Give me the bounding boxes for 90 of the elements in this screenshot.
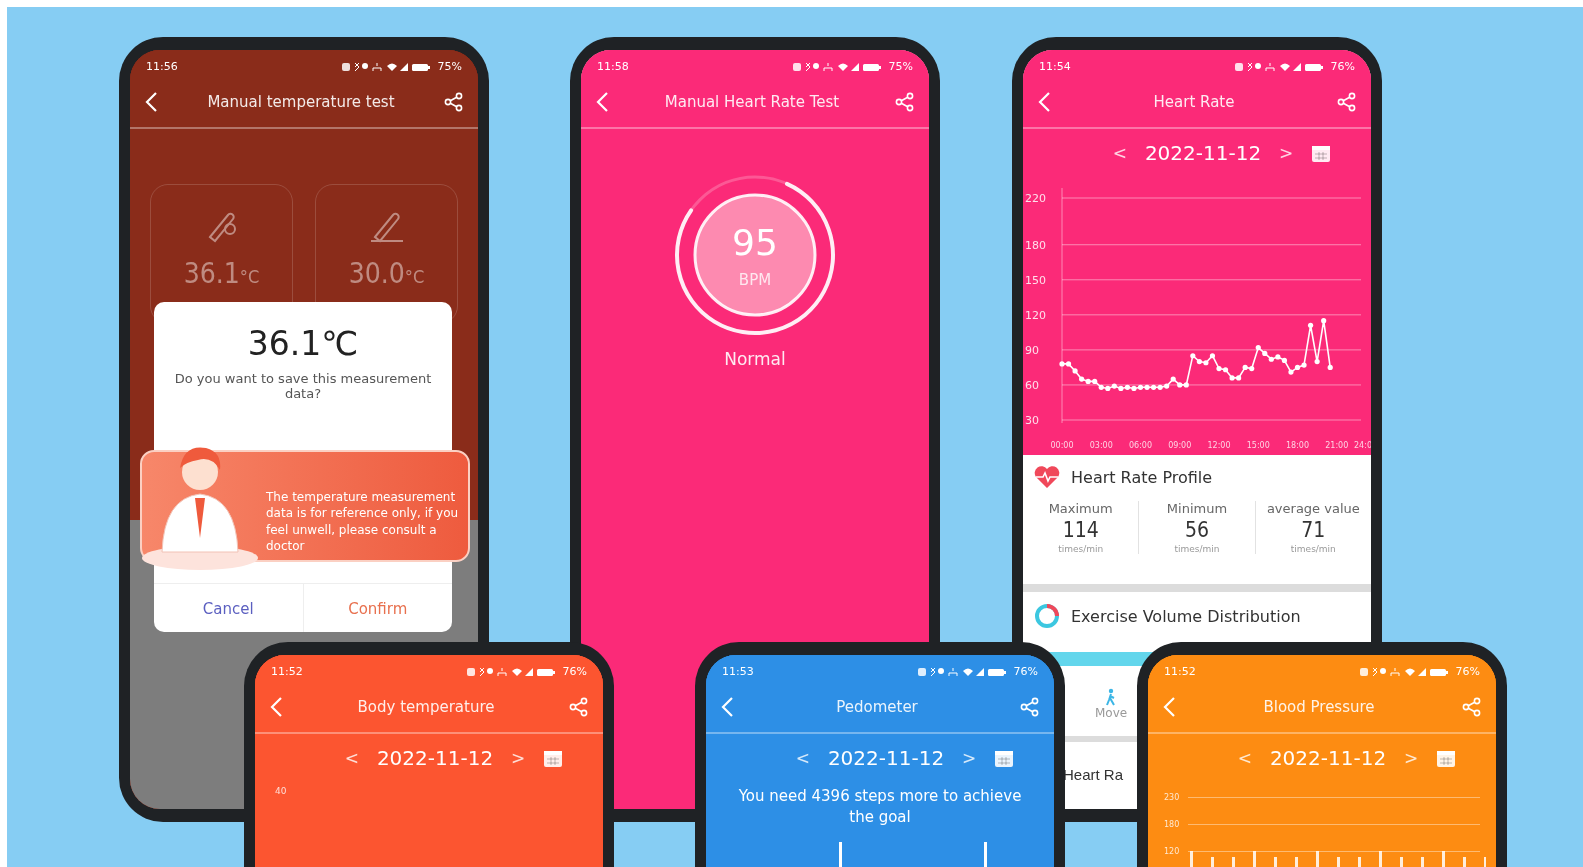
temperature-reading: 30.0°C (348, 257, 425, 290)
previous-day-button[interactable]: < (344, 748, 359, 768)
battery-percent: 75% (437, 60, 462, 73)
x-axis-label: 18:00 (1285, 441, 1310, 450)
screen-title: Blood Pressure (1262, 698, 1376, 716)
calendar-icon[interactable] (543, 748, 564, 768)
y-axis-label: 220 (1025, 192, 1046, 205)
ring-chart-icon (1033, 602, 1061, 630)
dialog-question: Do you want to save this measurement data? (173, 370, 433, 401)
y-axis-label: 40 (274, 785, 288, 798)
data-point (1314, 359, 1320, 365)
section-title: Exercise Volume Distribution (1071, 606, 1301, 626)
previous-day-button[interactable]: < (1112, 143, 1127, 163)
screen-title: Heart Rate (1152, 93, 1236, 111)
share-icon[interactable] (1337, 92, 1357, 112)
date-label: 2022-11-12 (1144, 141, 1262, 165)
stat-unit: times/min (1290, 544, 1336, 554)
x-axis-label: 12:00 (1207, 441, 1231, 450)
back-icon[interactable] (1037, 91, 1051, 113)
move-tab[interactable]: Move (1095, 688, 1128, 720)
previous-day-button[interactable]: < (1237, 748, 1252, 768)
calendar-icon[interactable] (1311, 143, 1332, 163)
y-axis-label: 120 (1025, 308, 1046, 322)
x-axis-label: 00:00 (1050, 441, 1074, 450)
notice-text: The temperature measurement data is for reference only, if you feel unwell, please consult a doctor (266, 489, 460, 554)
x-axis-label: 03:00 (1089, 441, 1113, 450)
walking-person-icon (1105, 688, 1118, 706)
screen-title: Pedometer (835, 698, 919, 716)
battery-percent: 76% (562, 665, 587, 678)
y-axis-label: 150 (1025, 273, 1046, 287)
next-day-button[interactable]: > (1279, 143, 1294, 163)
screen-title: Manual temperature test (206, 93, 396, 111)
stat-unit: times/min (1058, 544, 1104, 554)
next-day-button[interactable]: > (1404, 748, 1419, 768)
date-label: 2022-11-12 (1269, 746, 1387, 770)
x-axis-label: 09:00 (1168, 441, 1192, 450)
cancel-button[interactable]: Cancel (154, 584, 304, 632)
next-day-button[interactable]: > (962, 748, 977, 768)
stat-value: 114 (1062, 518, 1099, 542)
stat-label: Minimum (1166, 501, 1228, 516)
share-icon[interactable] (444, 92, 464, 112)
battery-percent: 76% (1013, 665, 1038, 678)
battery-percent: 75% (888, 60, 913, 73)
confirm-button[interactable]: Confirm (303, 584, 452, 632)
screen-title: Body temperature (356, 698, 496, 716)
y-axis-label: 60 (1025, 378, 1039, 392)
stat-unit: times/min (1174, 544, 1220, 554)
back-icon[interactable] (595, 91, 609, 113)
heart-icon (1033, 465, 1061, 489)
next-day-button[interactable]: > (511, 748, 526, 768)
status-time: 11:58 (597, 60, 629, 73)
y-axis-label: 30 (1025, 414, 1039, 427)
calendar-icon[interactable] (1436, 748, 1457, 768)
dialog-temperature: 36.1℃ (247, 324, 359, 363)
y-axis-label: 180 (1164, 820, 1181, 829)
y-axis-label: 180 (1025, 238, 1046, 252)
status-time: 11:52 (271, 665, 303, 678)
stat-label: Maximum (1048, 501, 1113, 516)
heart-rate-value: 95 (732, 221, 778, 263)
heart-rate-unit: BPM (738, 270, 772, 289)
status-time: 11:54 (1039, 60, 1071, 73)
y-axis-label: 90 (1025, 343, 1039, 357)
y-axis-label: 120 (1164, 847, 1181, 856)
x-axis-label: 24:0 (1354, 441, 1371, 450)
x-axis-label: 06:00 (1128, 441, 1153, 450)
calendar-icon[interactable] (994, 748, 1015, 768)
data-point (1321, 318, 1327, 324)
temperature-reading: 36.1°C (183, 257, 260, 290)
battery-percent: 76% (1455, 665, 1480, 678)
status-time: 11:53 (722, 665, 754, 678)
data-point (1308, 322, 1314, 328)
section-title: Heart Rate Profile (1071, 467, 1213, 487)
stat-value: 56 (1184, 518, 1209, 542)
x-axis-label: 15:00 (1246, 441, 1270, 450)
back-icon[interactable] (144, 91, 158, 113)
previous-day-button[interactable]: < (795, 748, 810, 768)
status-time: 11:52 (1164, 665, 1196, 678)
data-point (1327, 364, 1333, 370)
share-icon[interactable] (895, 92, 915, 112)
x-axis-label: 21:00 (1325, 441, 1349, 450)
step-goal-message: You need 4396 steps more to achieve the goal (737, 786, 1023, 828)
stat-label: average value (1266, 501, 1360, 516)
heart-rate-status: Normal (723, 348, 787, 371)
date-label: 2022-11-12 (376, 746, 494, 770)
date-label: 2022-11-12 (827, 746, 945, 770)
status-time: 11:56 (146, 60, 178, 73)
y-axis-label: 230 (1164, 793, 1181, 802)
battery-percent: 76% (1330, 60, 1355, 73)
screen-title: Manual Heart Rate Test (663, 93, 841, 111)
stat-value: 71 (1301, 518, 1326, 542)
